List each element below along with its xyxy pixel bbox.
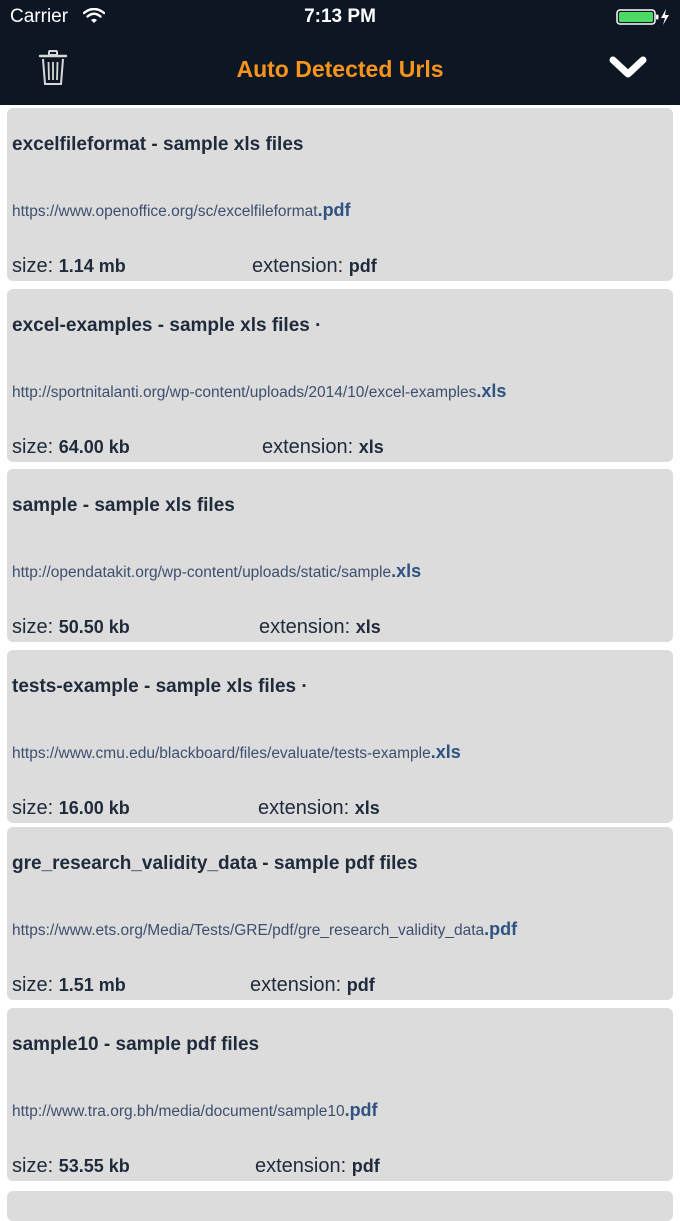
item-title: tests-example - sample xls files · <box>12 676 308 697</box>
item-url-base: http://opendatakit.org/wp-content/upload… <box>12 564 392 581</box>
list-item[interactable]: excelfileformat - sample xls files https:… <box>7 108 673 281</box>
extension-value: pdf <box>348 256 377 276</box>
size-value: 16.00 kb <box>58 798 130 818</box>
status-bar: Carrier 7:13 PM <box>0 0 680 36</box>
item-extension: extension: xls <box>259 616 381 639</box>
item-url-base: http://www.tra.org.bh/media/document/sam… <box>12 1103 345 1120</box>
extension-value: xls <box>354 798 380 818</box>
item-extension: extension: xls <box>258 797 380 820</box>
extension-label: extension: <box>259 616 351 638</box>
item-size: size: 50.50 kb <box>12 616 130 639</box>
extension-value: pdf <box>351 1156 380 1176</box>
item-url-extension: .pdf <box>317 200 351 220</box>
chevron-down-icon[interactable] <box>608 52 648 82</box>
list-item[interactable]: excel-examples - sample xls files · http:… <box>7 289 673 462</box>
list-item[interactable]: sample10 - sample pdf files http://www.tr… <box>7 1008 673 1181</box>
extension-label: extension: <box>262 436 354 458</box>
size-label: size: <box>12 616 54 638</box>
item-title: sample10 - sample pdf files <box>12 1034 260 1055</box>
item-size: size: 1.14 mb <box>12 255 126 278</box>
list-item-partial[interactable] <box>7 1191 673 1221</box>
item-url[interactable]: https://www.openoffice.org/sc/excelfilef… <box>12 200 351 221</box>
item-url-extension: .pdf <box>484 919 518 939</box>
item-url[interactable]: https://www.cmu.edu/blackboard/files/eva… <box>12 742 461 763</box>
item-size: size: 1.51 mb <box>12 974 126 997</box>
item-extension: extension: pdf <box>250 974 375 997</box>
size-value: 50.50 kb <box>58 617 130 637</box>
extension-label: extension: <box>258 797 350 819</box>
size-label: size: <box>12 1155 54 1177</box>
item-title: sample - sample xls files <box>12 495 235 516</box>
size-value: 1.14 mb <box>58 256 126 276</box>
item-url-base: https://www.cmu.edu/blackboard/files/eva… <box>12 745 431 762</box>
item-title: excel-examples - sample xls files · <box>12 315 322 336</box>
size-label: size: <box>12 436 54 458</box>
item-url-extension: .xls <box>430 742 461 762</box>
extension-label: extension: <box>255 1155 347 1177</box>
item-url-base: https://www.openoffice.org/sc/excelfilef… <box>12 203 318 220</box>
item-size: size: 64.00 kb <box>12 436 130 459</box>
size-label: size: <box>12 797 54 819</box>
nav-bar: Auto Detected Urls <box>0 36 680 105</box>
item-url[interactable]: http://sportnitalanti.org/wp-content/upl… <box>12 381 506 402</box>
size-value: 53.55 kb <box>58 1156 130 1176</box>
extension-label: extension: <box>252 255 344 277</box>
item-extension: extension: pdf <box>255 1155 380 1178</box>
item-extension: extension: xls <box>262 436 384 459</box>
item-title: excelfileformat - sample xls files <box>12 134 304 155</box>
size-value: 1.51 mb <box>58 975 126 995</box>
battery-icon <box>616 9 669 25</box>
extension-label: extension: <box>250 974 342 996</box>
item-size: size: 16.00 kb <box>12 797 130 820</box>
extension-value: xls <box>355 617 381 637</box>
extension-value: pdf <box>346 975 375 995</box>
app-header: Carrier 7:13 PM Auto Detected Urls <box>0 0 680 105</box>
size-label: size: <box>12 974 54 996</box>
item-url-extension: .xls <box>476 381 507 401</box>
item-url-extension: .pdf <box>344 1100 378 1120</box>
size-label: size: <box>12 255 54 277</box>
item-extension: extension: pdf <box>252 255 377 278</box>
item-url[interactable]: https://www.ets.org/Media/Tests/GRE/pdf/… <box>12 919 517 940</box>
page-title: Auto Detected Urls <box>236 56 444 82</box>
item-url-extension: .xls <box>391 561 422 581</box>
clock-label: 7:13 PM <box>304 6 376 27</box>
list-item[interactable]: gre_research_validity_data - sample pdf … <box>7 827 673 1000</box>
item-url[interactable]: http://www.tra.org.bh/media/document/sam… <box>12 1100 378 1121</box>
item-size: size: 53.55 kb <box>12 1155 130 1178</box>
list-item[interactable]: tests-example - sample xls files · https:… <box>7 650 673 823</box>
item-url-base: http://sportnitalanti.org/wp-content/upl… <box>12 384 477 401</box>
item-title: gre_research_validity_data - sample pdf … <box>12 853 418 874</box>
item-url-base: https://www.ets.org/Media/Tests/GRE/pdf/… <box>12 922 485 939</box>
extension-value: xls <box>358 437 384 457</box>
item-url[interactable]: http://opendatakit.org/wp-content/upload… <box>12 561 421 582</box>
list-item[interactable]: sample - sample xls files http://opendata… <box>7 469 673 642</box>
size-value: 64.00 kb <box>58 437 130 457</box>
